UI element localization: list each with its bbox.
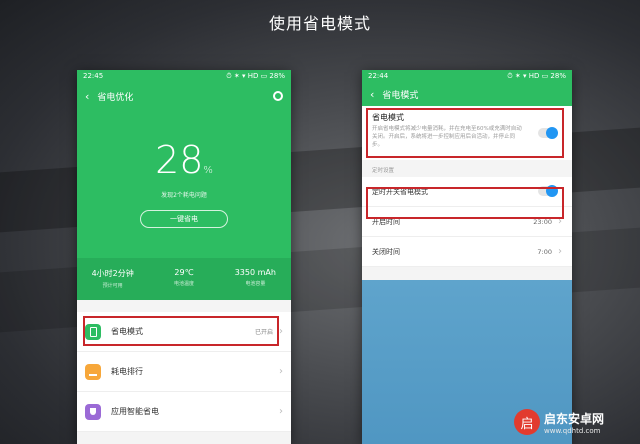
end-time-row[interactable]: 关闭时间 7:00 › — [362, 237, 572, 267]
row-label: 关闭时间 — [372, 247, 400, 256]
battery-stats: 4小时2分钟 预计可用 29℃ 电池温度 3350 mAh 电池容量 — [77, 258, 291, 300]
stat-label: 预计可用 — [102, 283, 123, 289]
power-saving-toggle[interactable] — [538, 127, 558, 139]
scheduled-toggle[interactable] — [538, 185, 558, 197]
one-key-save-button[interactable]: 一键省电 — [140, 210, 228, 228]
list-item-label: 应用智能省电 — [111, 407, 159, 416]
page-title: 省电优化 — [97, 92, 134, 103]
watermark-text: 启东安卓网 www.qdhtd.com — [544, 410, 604, 435]
stat-remaining: 4小时2分钟 预计可用 — [77, 258, 148, 300]
battery-percent-unit: % — [203, 165, 213, 176]
bar-chart-icon — [85, 363, 101, 380]
stat-temperature: 29℃ 电池温度 — [148, 258, 219, 300]
stat-label: 电池温度 — [173, 281, 194, 287]
shield-icon — [85, 403, 101, 420]
row-label: 开启时间 — [372, 217, 400, 226]
group-label: 定时设置 — [362, 160, 572, 177]
app-bar: ‹ 省电优化 — [77, 82, 291, 110]
row-value: 23:00 — [533, 217, 552, 226]
watermark-name: 启东安卓网 — [544, 411, 605, 426]
status-time: 22:45 — [83, 72, 104, 80]
stat-value: 4小时2分钟 — [91, 269, 134, 278]
phone-power-saving-mode: 22:44 ⏱ ✶ ▾ HD ▭ 28% ‹ 省电模式 省电模式 开启省电模式将… — [362, 70, 572, 444]
chevron-right-icon: › — [279, 366, 283, 377]
status-time: 22:44 — [368, 72, 389, 80]
chevron-right-icon: › — [558, 246, 562, 257]
chevron-right-icon: › — [558, 216, 562, 227]
watermark: 启 启东安卓网 www.qdhtd.com — [514, 406, 634, 438]
status-icons: ⏱ ✶ ▾ HD ▭ 28% — [507, 71, 566, 80]
battery-icon — [85, 323, 101, 340]
stat-capacity: 3350 mAh 电池容量 — [220, 258, 291, 300]
power-saving-mode-setting: 省电模式 开启省电模式将减少电量消耗，并在充电至60%或充满时自动关闭。开启后，… — [362, 106, 572, 160]
issues-subtitle: 发现2个耗电问题 — [161, 192, 207, 199]
toggle-knob — [546, 185, 558, 197]
battery-hero: 28% 发现2个耗电问题 一键省电 — [77, 110, 291, 258]
list-item-smart-app-saving[interactable]: 应用智能省电 › — [77, 392, 291, 432]
back-arrow-icon[interactable]: ‹ — [370, 88, 374, 101]
watermark-logo-icon: 启 — [514, 409, 540, 435]
headline: 使用省电模式 — [268, 14, 371, 33]
chevron-right-icon: › — [279, 326, 283, 337]
options-list: 省电模式 已开启 › 耗电排行 › 应用智能省电 › — [77, 312, 291, 432]
phone-battery-optimizer: 22:45 ⏱ ✶ ▾ HD ▭ 28% ‹ 省电优化 28% 发现2个耗电问题… — [77, 70, 291, 444]
status-bar: 22:45 ⏱ ✶ ▾ HD ▭ 28% — [77, 70, 291, 82]
list-item-power-ranking[interactable]: 耗电排行 › — [77, 352, 291, 392]
back-arrow-icon[interactable]: ‹ — [85, 90, 89, 103]
status-bar: 22:44 ⏱ ✶ ▾ HD ▭ 28% — [362, 70, 572, 82]
stat-value: 29℃ — [174, 268, 194, 277]
watermark-url: www.qdhtd.com — [544, 426, 601, 435]
toggle-knob — [546, 127, 558, 139]
battery-percent-value: 28 — [155, 138, 204, 182]
chevron-right-icon: › — [279, 406, 283, 417]
scheduled-toggle-row[interactable]: 定时开关省电模式 — [362, 177, 572, 207]
start-time-row[interactable]: 开启时间 23:00 › — [362, 207, 572, 237]
list-item-label: 省电模式 — [111, 327, 143, 336]
setting-title: 省电模式 — [372, 113, 404, 122]
page-title: 省电模式 — [382, 90, 419, 101]
row-label: 定时开关省电模式 — [372, 187, 428, 196]
setting-description: 开启省电模式将减少电量消耗，并在充电至60%或充满时自动关闭。开启后，系统将进一… — [372, 126, 522, 148]
list-item-power-saving-mode[interactable]: 省电模式 已开启 › — [77, 312, 291, 352]
stat-value: 3350 mAh — [234, 268, 276, 277]
stat-label: 电池容量 — [245, 281, 266, 287]
status-badge: 已开启 — [254, 329, 273, 336]
row-value: 7:00 — [537, 247, 552, 256]
gear-icon[interactable] — [273, 91, 283, 101]
status-icons: ⏱ ✶ ▾ HD ▭ 28% — [226, 71, 285, 80]
divider — [77, 300, 291, 312]
battery-percent: 28% — [77, 138, 291, 182]
list-item-label: 耗电排行 — [111, 367, 143, 376]
app-bar: ‹ 省电模式 — [362, 82, 572, 106]
